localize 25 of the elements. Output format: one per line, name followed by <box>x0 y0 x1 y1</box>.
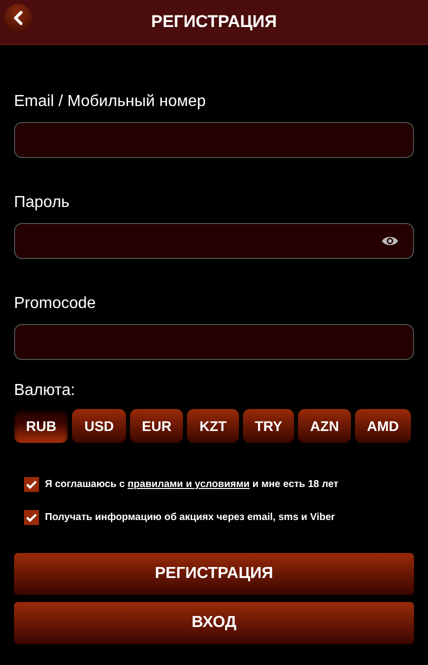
input-field[interactable] <box>14 122 414 158</box>
login-button[interactable]: ВХОД <box>14 602 414 644</box>
input-field[interactable] <box>14 324 414 360</box>
currency-label: Валюта: <box>14 382 76 400</box>
checkbox[interactable] <box>24 477 39 492</box>
back-icon <box>13 11 23 25</box>
input-field[interactable] <box>14 223 414 259</box>
checkbox[interactable] <box>24 510 39 525</box>
eye-icon[interactable] <box>381 235 399 247</box>
field-label: Email / Мобильный номер <box>14 93 207 111</box>
currency-button[interactable]: TRY <box>242 409 294 443</box>
field-label: Пароль <box>14 194 71 212</box>
page-title: РЕГИСТРАЦИЯ <box>151 12 277 32</box>
field-label: Promocode <box>14 295 97 313</box>
register-button[interactable]: РЕГИСТРАЦИЯ <box>14 553 414 595</box>
agreement-text: Получать информацию об акциях через email, sms и Viber <box>45 512 335 523</box>
back-button[interactable] <box>4 4 32 32</box>
agreement-text: Я соглашаюсь с правилами и условиями и мне есть 18 лет <box>45 479 338 490</box>
currency-button[interactable]: KZT <box>187 409 239 443</box>
currency-button[interactable]: USD <box>72 409 126 443</box>
currency-button[interactable]: EUR <box>130 409 184 443</box>
currency-button[interactable]: AZN <box>298 409 351 443</box>
terms-link[interactable]: правилами и условиями <box>128 479 250 490</box>
currency-button[interactable]: RUB <box>14 409 68 443</box>
currency-button[interactable]: AMD <box>354 409 411 443</box>
